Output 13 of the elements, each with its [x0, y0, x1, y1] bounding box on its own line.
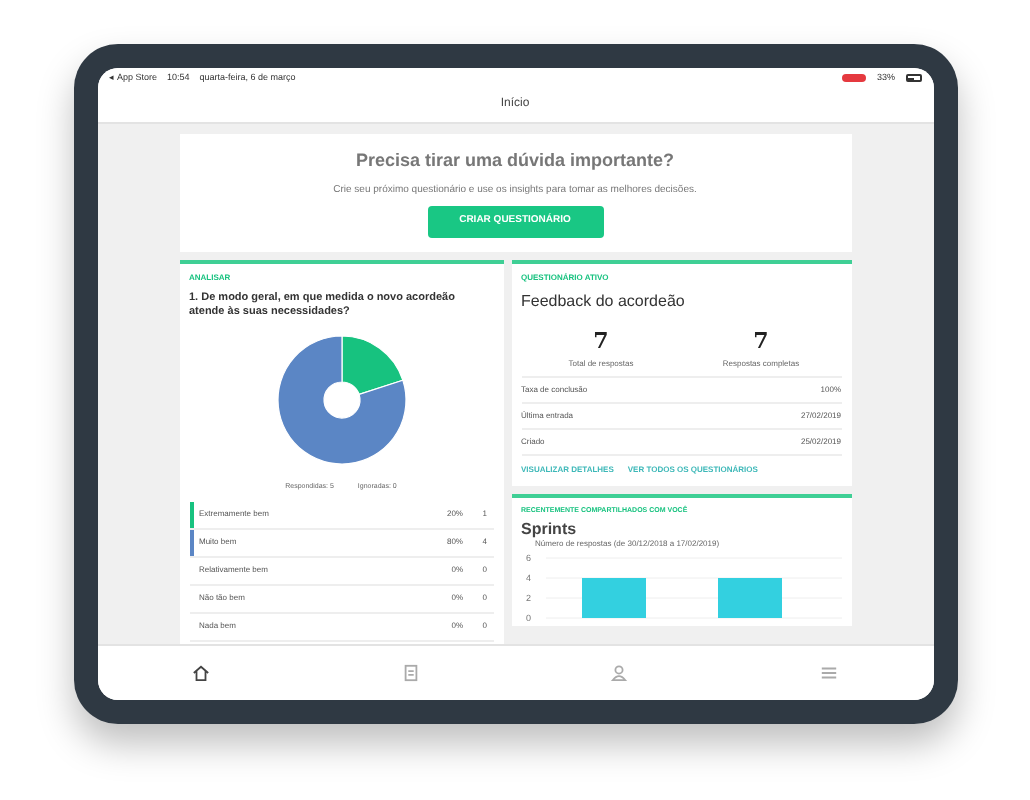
bar	[581, 578, 645, 619]
user-icon	[610, 664, 629, 682]
document-icon	[401, 664, 420, 682]
shared-title: Sprints	[521, 519, 579, 539]
home-icon	[192, 664, 211, 682]
bar	[717, 578, 781, 619]
battery-icon	[905, 74, 921, 82]
promo-title: Precisa tirar uma dúvida importante?	[355, 148, 675, 174]
recording-indicator	[842, 74, 867, 82]
menu-icon	[819, 664, 838, 682]
stat-value: 7	[593, 326, 609, 358]
survey-title: Feedback do acordeão	[521, 290, 687, 314]
stat-value: 7	[753, 326, 769, 358]
